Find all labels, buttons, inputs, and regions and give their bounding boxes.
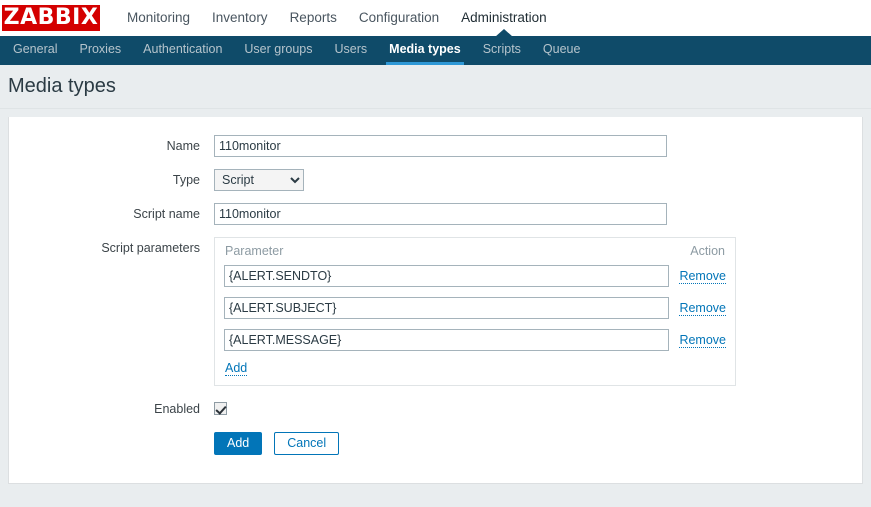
add-button[interactable]: Add — [214, 432, 263, 455]
name-label: Name — [166, 139, 200, 153]
media-type-form: Name Type Script Script name Script para… — [8, 117, 863, 484]
nav-item-inventory[interactable]: Inventory — [201, 0, 279, 36]
parameter-input[interactable] — [224, 265, 670, 287]
cancel-button[interactable]: Cancel — [274, 432, 340, 455]
table-row: Remove — [224, 265, 726, 287]
type-label: Type — [172, 173, 200, 187]
add-parameter-row: Add — [224, 361, 726, 376]
nav-item-administration[interactable]: Administration — [450, 0, 558, 36]
subnav-item-scripts[interactable]: Scripts — [472, 36, 532, 65]
subnav-item-proxies[interactable]: Proxies — [68, 36, 132, 65]
subnav-item-authentication[interactable]: Authentication — [132, 36, 233, 65]
table-row: Remove — [224, 297, 726, 319]
subnav-item-users[interactable]: Users — [324, 36, 379, 65]
zabbix-logo[interactable]: ZABBIX — [2, 5, 100, 31]
subnav-item-queue[interactable]: Queue — [532, 36, 592, 65]
name-input[interactable] — [214, 135, 667, 157]
form-row-name: Name — [9, 135, 862, 157]
top-header: ZABBIX Monitoring Inventory Reports Conf… — [0, 0, 871, 36]
remove-parameter-link[interactable]: Remove — [679, 333, 726, 348]
column-header-parameter: Parameter — [225, 244, 284, 258]
subnav-item-user-groups[interactable]: User groups — [233, 36, 323, 65]
action-buttons: Add Cancel — [214, 432, 340, 455]
subnav-item-media-types[interactable]: Media types — [378, 36, 472, 65]
table-row: Remove — [224, 329, 726, 351]
form-row-script-parameters: Script parameters Parameter Action Remov… — [9, 237, 862, 386]
form-row-enabled: Enabled — [9, 398, 862, 420]
script-parameters-label: Script parameters — [101, 241, 200, 255]
page-title-bar: Media types — [0, 65, 871, 109]
nav-item-monitoring[interactable]: Monitoring — [116, 0, 201, 36]
sub-navigation: General Proxies Authentication User grou… — [0, 36, 871, 65]
script-parameters-header: Parameter Action — [224, 244, 726, 265]
enabled-checkbox[interactable] — [214, 402, 227, 415]
nav-item-reports[interactable]: Reports — [279, 0, 348, 36]
remove-parameter-link[interactable]: Remove — [679, 269, 726, 284]
column-header-action: Action — [690, 244, 725, 258]
type-select[interactable]: Script — [214, 169, 304, 191]
subnav-item-general[interactable]: General — [2, 36, 68, 65]
main-navigation: Monitoring Inventory Reports Configurati… — [116, 0, 558, 36]
form-row-script-name: Script name — [9, 203, 862, 225]
remove-parameter-link[interactable]: Remove — [679, 301, 726, 316]
nav-item-configuration[interactable]: Configuration — [348, 0, 450, 36]
form-row-actions: Add Cancel — [9, 432, 862, 455]
parameter-input[interactable] — [224, 329, 670, 351]
page-title: Media types — [8, 75, 116, 97]
enabled-label: Enabled — [154, 402, 200, 416]
script-parameters-table: Parameter Action Remove Remove Remove Ad… — [214, 237, 736, 386]
parameter-input[interactable] — [224, 297, 670, 319]
form-row-type: Type Script — [9, 169, 862, 191]
add-parameter-link[interactable]: Add — [225, 361, 248, 376]
script-name-input[interactable] — [214, 203, 667, 225]
script-name-label: Script name — [133, 207, 200, 221]
